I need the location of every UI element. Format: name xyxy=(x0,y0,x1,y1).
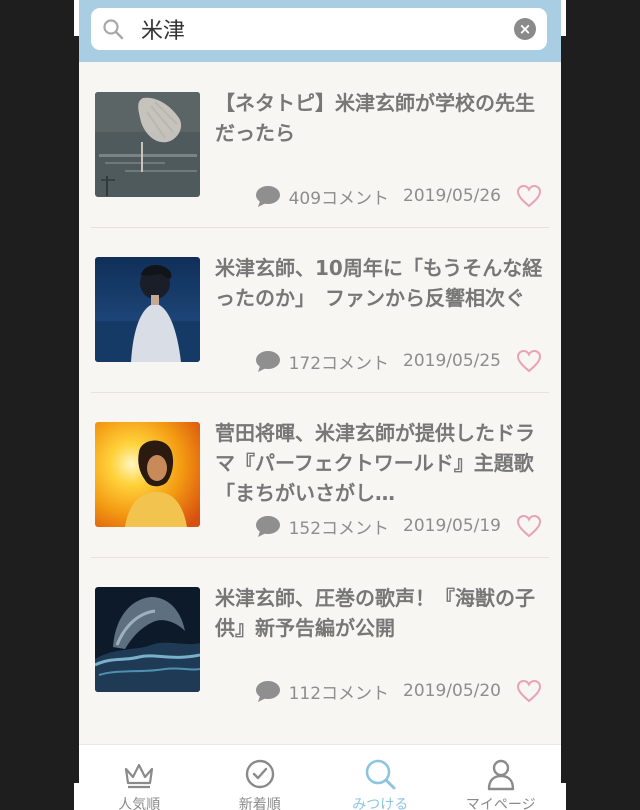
article-date: 2019/05/19 xyxy=(403,516,501,536)
article-meta: 152コメント 2019/05/19 xyxy=(255,514,501,539)
clock-icon xyxy=(245,759,274,789)
search-input[interactable] xyxy=(141,12,511,46)
heart-icon[interactable] xyxy=(516,514,542,538)
search-box[interactable]: × xyxy=(91,8,547,50)
list-item[interactable]: 米津玄師、10周年に「もうそんな経ったのか」 ファンから反響相次ぐ 172コメン… xyxy=(79,227,561,392)
article-list: 【ネタトピ】米津玄師が学校の先生だったら 409コメント 2019/05/26 xyxy=(79,62,561,722)
heart-icon[interactable] xyxy=(516,184,542,208)
article-thumbnail xyxy=(95,257,200,362)
comment-count: 409コメント xyxy=(288,188,390,209)
article-thumbnail xyxy=(95,587,200,692)
heart-icon[interactable] xyxy=(516,679,542,703)
comment-count: 172コメント xyxy=(288,353,390,374)
article-title: 米津玄師、10周年に「もうそんな経ったのか」 ファンから反響相次ぐ xyxy=(215,256,543,310)
comment-count: 152コメント xyxy=(288,518,390,539)
article-thumbnail xyxy=(95,422,200,527)
bottom-tab-bar: 人気順 新着順 みつける マイページ xyxy=(79,744,561,810)
tab-label: 新着順 xyxy=(238,797,281,810)
article-title: 菅田将暉、米津玄師が提供したドラマ『パーフェクトワールド』主題歌「まちがいさがし… xyxy=(215,421,535,505)
article-title: 米津玄師、圧巻の歌声！『海獣の子供』新予告編が公開 xyxy=(215,586,535,640)
tab-discover[interactable]: みつける xyxy=(320,745,441,810)
tab-popular[interactable]: 人気順 xyxy=(79,745,200,810)
tab-newest[interactable]: 新着順 xyxy=(200,745,321,810)
article-thumbnail xyxy=(95,92,200,197)
list-item[interactable]: 【ネタトピ】米津玄師が学校の先生だったら 409コメント 2019/05/26 xyxy=(79,62,561,227)
tab-label: マイページ xyxy=(465,797,536,810)
article-date: 2019/05/25 xyxy=(403,351,501,371)
phone-screen: × 【ネタトピ】米津玄師が学校の先生だったら xyxy=(79,0,561,810)
article-meta: 409コメント 2019/05/26 xyxy=(255,184,501,209)
comment-count: 112コメント xyxy=(288,683,390,704)
article-title: 【ネタトピ】米津玄師が学校の先生だったら xyxy=(215,91,535,145)
comment-icon xyxy=(255,516,280,537)
search-icon xyxy=(365,759,396,790)
article-date: 2019/05/20 xyxy=(403,681,501,701)
comment-icon xyxy=(255,351,280,372)
crown-icon xyxy=(125,763,154,789)
tab-label: みつける xyxy=(352,797,409,810)
tab-label: 人気順 xyxy=(118,797,161,810)
article-date: 2019/05/26 xyxy=(403,186,501,206)
search-icon xyxy=(103,19,124,40)
article-meta: 172コメント 2019/05/25 xyxy=(255,349,501,374)
article-meta: 112コメント 2019/05/20 xyxy=(255,679,501,704)
search-bar: × xyxy=(79,0,561,62)
tab-mypage[interactable]: マイページ xyxy=(441,745,562,810)
list-item[interactable]: 米津玄師、圧巻の歌声！『海獣の子供』新予告編が公開 112コメント 2019/0… xyxy=(79,557,561,722)
comment-icon xyxy=(255,681,280,702)
comment-icon xyxy=(255,186,280,207)
clear-search-icon[interactable]: × xyxy=(514,18,536,40)
person-icon xyxy=(487,759,514,791)
list-item[interactable]: 菅田将暉、米津玄師が提供したドラマ『パーフェクトワールド』主題歌「まちがいさがし… xyxy=(79,392,561,557)
heart-icon[interactable] xyxy=(516,349,542,373)
